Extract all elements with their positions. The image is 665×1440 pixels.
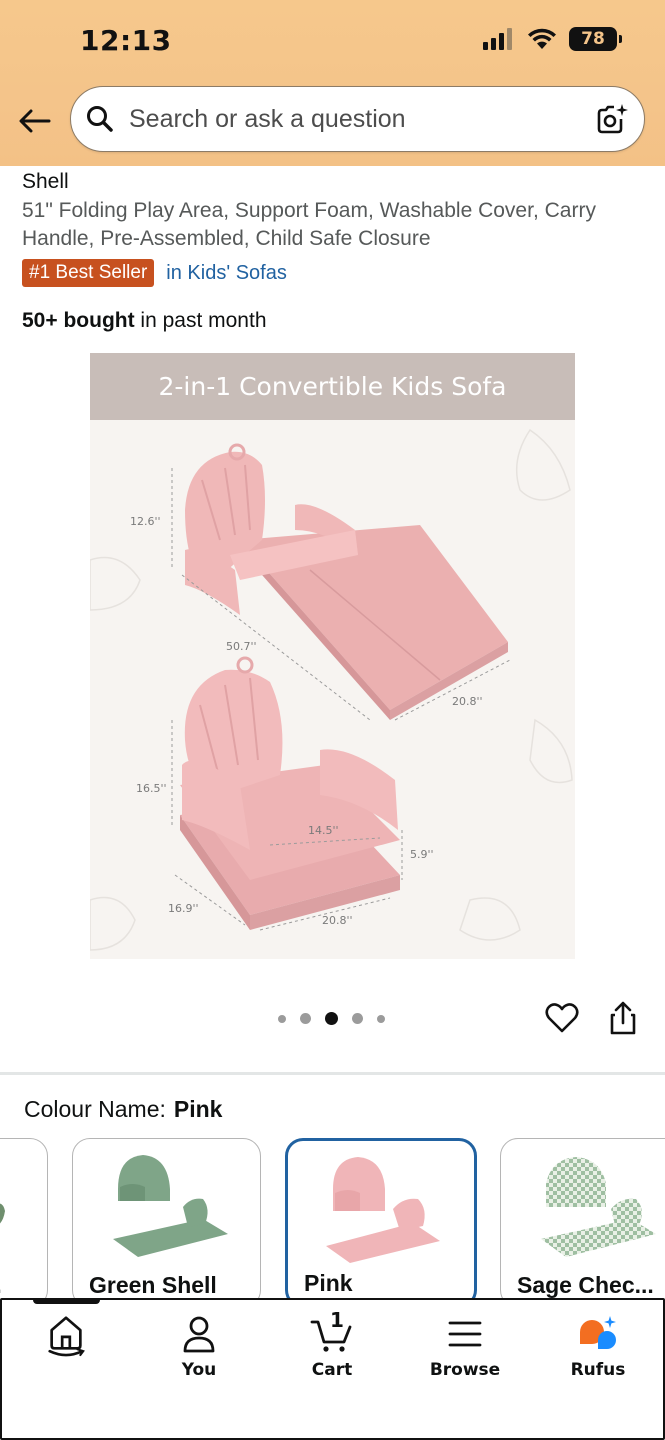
nav-browse[interactable]: Browse [405,1312,525,1380]
nav-you[interactable]: You [139,1312,259,1380]
image-carousel-dots[interactable] [278,1012,385,1025]
folded-sofa [180,656,400,930]
dim-label-5: 14.5'' [308,824,339,837]
section-divider [0,1072,665,1075]
carousel-dot[interactable] [377,1014,385,1023]
wifi-icon [528,28,556,49]
dim-label-3: 20.8'' [452,695,483,708]
dim-label-2: 50.7'' [226,640,257,653]
nav-label: You [181,1360,217,1380]
dim-label-8: 20.8'' [322,914,353,927]
carousel-dot-active[interactable] [325,1012,338,1025]
nav-label: Browse [429,1360,501,1380]
swatch-label: Green Shell [89,1272,217,1298]
cart-count: 1 [330,1308,344,1332]
dim-label-1: 12.6'' [130,515,161,528]
wishlist-button[interactable] [544,1000,580,1036]
status-icons: 78 [483,27,622,51]
colour-swatch-pink[interactable]: Pink [285,1138,477,1308]
swatch-label: Pink [304,1270,353,1296]
swatch-thumbnail [0,1203,5,1224]
camera-search-icon[interactable] [594,101,630,137]
status-time: 12:13 [80,24,172,57]
swatch-label: .. [0,1272,2,1299]
dim-label-6: 5.9'' [410,848,434,861]
nav-label: Cart [311,1360,353,1380]
home-icon [44,1312,88,1357]
nav-label: Rufus [570,1360,626,1380]
best-seller-category-link[interactable]: in Kids' Sofas [166,262,287,285]
nav-home[interactable] [6,1312,126,1360]
person-icon [177,1312,221,1356]
back-button[interactable] [18,104,52,138]
rufus-icon [576,1312,620,1356]
carousel-dot[interactable] [278,1014,286,1023]
colour-swatch-green-shell[interactable]: Green Shell [72,1138,261,1308]
best-seller-row: #1 Best Seller in Kids' Sofas [22,259,287,287]
colour-swatch-partial[interactable]: .. [0,1138,48,1308]
bought-count-rest: in past month [134,309,267,332]
active-tab-indicator [33,1298,100,1304]
signal-icon [483,28,512,50]
colour-label-text: Colour Name: [24,1096,166,1122]
heart-icon [545,1003,579,1033]
colour-swatch-sage-check[interactable]: Sage Chec... [500,1138,665,1308]
nav-cart[interactable]: 1 Cart [272,1308,392,1380]
product-subtitle[interactable]: 51" Folding Play Area, Support Foam, Was… [22,197,637,253]
colour-selected-value: Pink [173,1096,223,1122]
search-placeholder: Search or ask a question [129,104,406,133]
product-image[interactable]: 2-in-1 Convertible Kids Sofa 12.6'' 50.7… [90,353,575,959]
share-icon [610,1001,636,1035]
share-button[interactable] [607,1000,643,1036]
menu-icon [443,1312,487,1356]
colour-name-label: Colour Name: Pink [24,1096,222,1123]
app-header: 12:13 78 Search or ask a question [0,0,665,166]
nav-rufus[interactable]: Rufus [538,1312,658,1380]
best-seller-badge: #1 Best Seller [22,259,155,287]
search-icon [85,104,115,134]
image-banner: 2-in-1 Convertible Kids Sofa [90,353,575,420]
search-input[interactable]: Search or ask a question [70,86,645,152]
dim-label-7: 16.9'' [168,902,199,915]
product-title[interactable]: Shell [22,170,69,194]
dim-label-4: 16.5'' [136,782,167,795]
bought-count: 50+ bought in past month [22,309,267,333]
swatch-label: Sage Chec... [517,1272,654,1298]
carousel-dot[interactable] [300,1013,311,1024]
bought-count-bold: 50+ bought [22,309,135,332]
cart-icon: 1 [310,1308,354,1356]
sofa-illustration: 12.6'' 50.7'' 20.8'' 16.5'' 14.5'' 5.9''… [90,428,573,951]
carousel-dot[interactable] [352,1013,363,1024]
battery-indicator: 78 [569,27,622,51]
arrow-left-icon [19,109,51,133]
